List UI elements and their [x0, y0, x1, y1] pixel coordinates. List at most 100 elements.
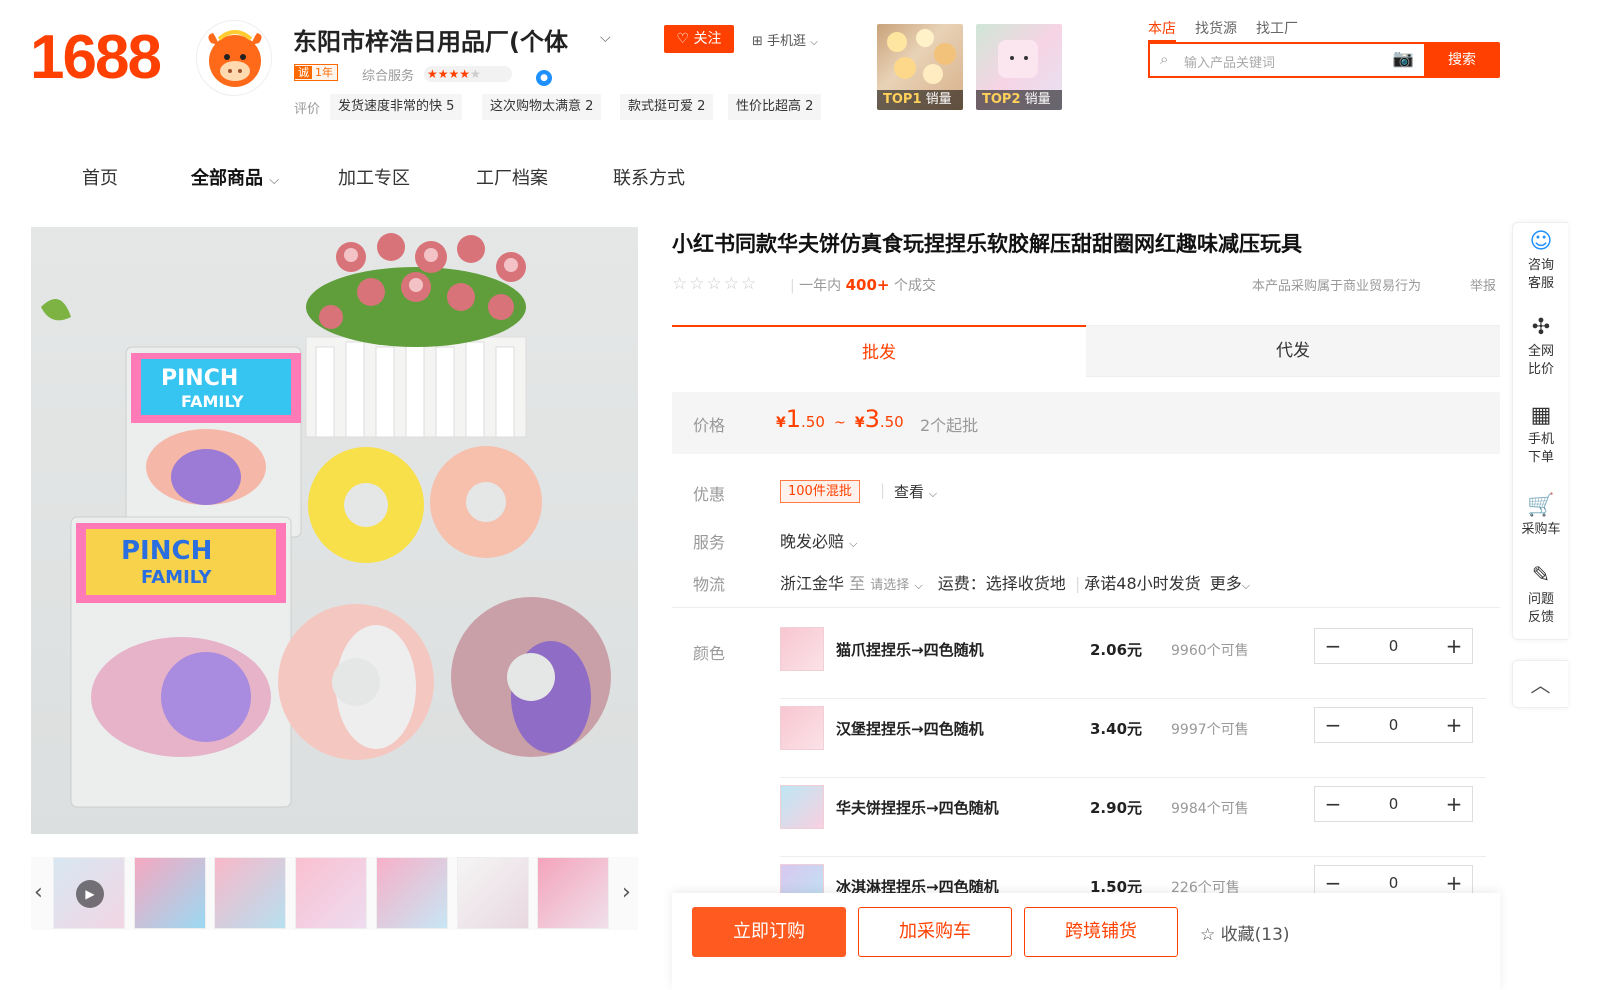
service-dropdown[interactable]: 晚发必赔 ⌵ — [780, 528, 857, 552]
search-icon: ⌕ — [1160, 50, 1169, 68]
review-tag[interactable]: 性价比超高 2 — [728, 94, 822, 120]
star-icon: ★★★★ — [427, 67, 471, 81]
add-cart-button[interactable]: 加采购车 — [858, 907, 1012, 957]
float-toolbar: ☺ 咨询 客服 ✣ 全网 比价 ▦ 手机 下单 🛒 采购车 ✎ 问题 反馈 — [1512, 222, 1568, 640]
qrcode-icon: ▦ — [1530, 403, 1552, 428]
float-consult[interactable]: ☺ 咨询 客服 — [1513, 229, 1569, 293]
service-label: 综合服务 — [362, 69, 415, 84]
scope-tab-shop[interactable]: 本店 — [1148, 18, 1176, 42]
favorite-button[interactable]: ☆ 收藏(13) — [1200, 920, 1290, 945]
minus-button[interactable]: − — [1315, 629, 1351, 663]
review-tag[interactable]: 发货速度非常的快 5 — [330, 94, 463, 120]
tab-dropship[interactable]: 代发 — [1086, 325, 1500, 377]
mobile-browse-link[interactable]: ⊞ 手机逛 ⌵ — [752, 30, 818, 49]
promo-tag: 100件混批 — [780, 480, 860, 503]
minus-button[interactable]: − — [1315, 708, 1351, 742]
sold-prefix: 一年内 — [799, 278, 842, 294]
thumbnail-video[interactable]: ▶ — [53, 857, 125, 929]
follow-button[interactable]: ♡ 关注 — [664, 25, 734, 53]
favorite-label: 收藏(13) — [1220, 925, 1290, 945]
quantity-input[interactable]: 0 — [1351, 629, 1436, 663]
shop-name[interactable]: 东阳市梓浩日用品厂(个体 — [293, 22, 568, 57]
destination-select[interactable]: 请选择 — [870, 578, 909, 593]
price-sep: ~ — [833, 415, 846, 431]
verified-icon[interactable]: ● — [536, 70, 552, 86]
thumbnail[interactable] — [376, 857, 448, 929]
search-input[interactable]: ⌕ 输入产品关键词 📷 — [1148, 42, 1424, 78]
price-high-dec: .50 — [879, 413, 904, 431]
float-label: 咨询 — [1527, 258, 1554, 273]
nav-contact[interactable]: 联系方式 — [613, 164, 685, 190]
plus-button[interactable]: + — [1436, 787, 1472, 821]
search-button[interactable]: 搜索 — [1424, 42, 1500, 78]
sku-thumbnail[interactable] — [780, 627, 824, 671]
purchase-tabs: 批发 代发 — [672, 325, 1500, 377]
shipping-fee: 运费：选择收货地 — [937, 574, 1066, 593]
empty-star-icon: ★ — [470, 67, 481, 81]
thumbnail[interactable] — [457, 857, 529, 929]
plus-button[interactable]: + — [1436, 708, 1472, 742]
float-feedback[interactable]: ✎ 问题 反馈 — [1513, 563, 1569, 627]
sku-thumbnail[interactable] — [780, 706, 824, 750]
sold-suffix: 个成交 — [893, 278, 936, 294]
service-label: 服务 — [693, 533, 726, 552]
main-product-image[interactable]: PINCH FAMILY PINCH FAMILY — [31, 227, 638, 834]
sku-price: 2.90元 — [1090, 799, 1143, 817]
thumbnail[interactable] — [295, 857, 367, 929]
top-caption: TOP2 销量 — [976, 90, 1062, 110]
camera-icon[interactable]: 📷 — [1393, 49, 1414, 69]
chevron-down-icon: ⌵ — [1241, 579, 1251, 592]
review-tag[interactable]: 款式挺可爱 2 — [620, 94, 714, 120]
review-tag[interactable]: 这次购物太满意 2 — [482, 94, 602, 120]
ship-promise: 承诺48小时发货 — [1084, 574, 1201, 593]
nav-home[interactable]: 首页 — [82, 164, 118, 190]
site-logo[interactable]: 1688 — [30, 22, 162, 94]
separator: | — [880, 481, 886, 499]
shop-avatar[interactable] — [196, 20, 272, 96]
top-product-thumb[interactable]: TOP2 销量 — [976, 24, 1062, 110]
price-label: 价格 — [693, 416, 726, 435]
thumbnail[interactable] — [214, 857, 286, 929]
float-mobile-order[interactable]: ▦ 手机 下单 — [1513, 403, 1569, 467]
buy-now-button[interactable]: 立即订购 — [692, 907, 846, 957]
chevron-down-icon: ⌵ — [810, 37, 818, 48]
top-product-thumb[interactable]: TOP1 销量 — [877, 24, 963, 110]
product-image — [887, 29, 956, 84]
chevron-right-icon[interactable]: › — [622, 880, 631, 905]
chevron-down-icon: ⌵ — [928, 487, 938, 500]
chevron-left-icon[interactable]: ‹ — [34, 880, 43, 905]
report-link[interactable]: 举报 — [1470, 275, 1496, 294]
nav-factory-profile[interactable]: 工厂档案 — [476, 164, 548, 190]
quantity-input[interactable]: 0 — [1351, 708, 1436, 742]
sold-number: 400+ — [845, 276, 890, 294]
chevron-down-icon: ⌵ — [849, 537, 858, 550]
divider — [672, 607, 1500, 608]
cow-mascot-icon — [208, 30, 262, 87]
cross-border-button[interactable]: 跨境铺货 — [1024, 907, 1178, 957]
nav-processing[interactable]: 加工专区 — [338, 164, 410, 190]
minus-button[interactable]: − — [1315, 787, 1351, 821]
price-range: ¥1.50 ~ ¥3.50 — [776, 405, 904, 433]
scope-tab-source[interactable]: 找货源 — [1195, 18, 1237, 38]
top-caption: TOP1 销量 — [877, 90, 963, 110]
nav-all-products[interactable]: 全部商品 ⌵ — [191, 164, 279, 190]
chevron-down-icon[interactable]: ⌵ — [600, 30, 611, 46]
chevron-down-icon[interactable]: ⌵ — [914, 579, 922, 592]
sku-price: 3.40元 — [1090, 720, 1143, 738]
quantity-input[interactable]: 0 — [1351, 787, 1436, 821]
promo-view-button[interactable]: 查看 ⌵ — [894, 481, 937, 502]
scope-tab-factory[interactable]: 找工厂 — [1256, 18, 1298, 38]
plus-button[interactable]: + — [1436, 629, 1472, 663]
heart-icon: ♡ — [676, 31, 690, 47]
thumbnail[interactable] — [134, 857, 206, 929]
float-compare[interactable]: ✣ 全网 比价 — [1513, 315, 1569, 379]
tab-wholesale[interactable]: 批发 — [672, 325, 1086, 377]
sku-thumbnail[interactable] — [780, 785, 824, 829]
thumbnail[interactable] — [537, 857, 609, 929]
ship-to-label: 至 — [849, 574, 866, 593]
logistics-more[interactable]: 更多⌵ — [1210, 574, 1250, 593]
float-cart[interactable]: 🛒 采购车 — [1513, 493, 1569, 539]
float-label: 客服 — [1527, 276, 1554, 291]
cart-icon: 🛒 — [1527, 493, 1555, 518]
back-to-top-button[interactable]: ︿ — [1512, 660, 1568, 708]
